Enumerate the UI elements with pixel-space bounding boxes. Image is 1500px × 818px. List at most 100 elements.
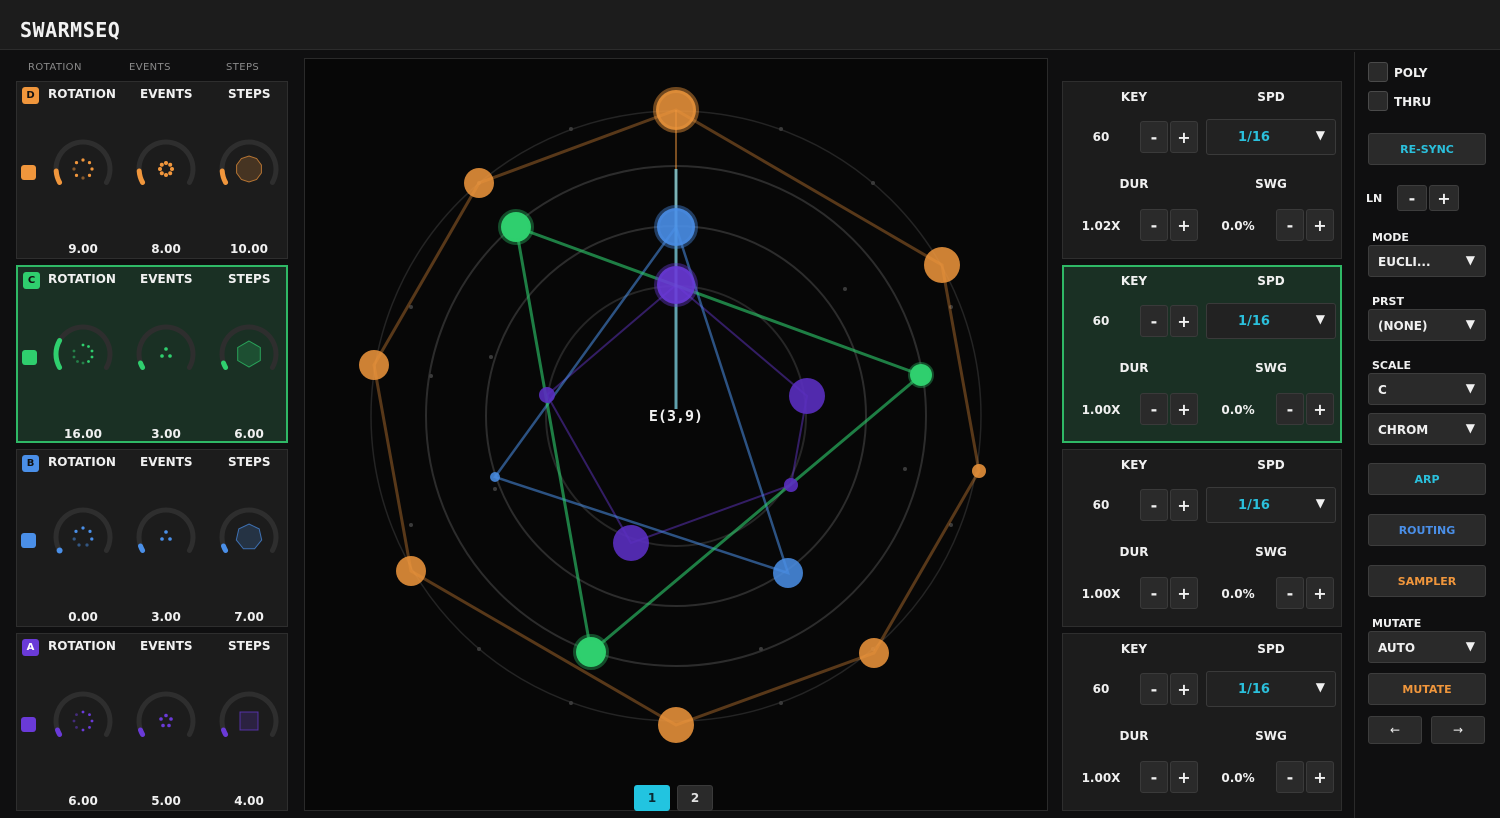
rotation-knob[interactable] bbox=[48, 134, 118, 204]
speed-select[interactable]: 1/16 ▼ bbox=[1206, 487, 1336, 523]
steps-knob[interactable] bbox=[214, 686, 284, 756]
speed-select[interactable]: 1/16 ▼ bbox=[1206, 119, 1336, 155]
dropdown-arrow-icon: ▼ bbox=[1465, 381, 1475, 395]
dur-value: 1.00X bbox=[1081, 587, 1121, 601]
arp-button[interactable]: ARP bbox=[1368, 463, 1486, 495]
track-panel-c[interactable]: C ROTATION EVENTS STEPS 16.00 3.00 6.00 bbox=[16, 265, 288, 443]
thru-checkbox[interactable] bbox=[1368, 91, 1388, 111]
dur-decrement-button[interactable]: - bbox=[1140, 577, 1168, 609]
param-panel-b: KEY SPD 60 - + 1/16 ▼ DUR SWG 1.00X - + … bbox=[1062, 449, 1342, 627]
swg-increment-button[interactable]: + bbox=[1306, 393, 1334, 425]
events-knob[interactable] bbox=[131, 686, 201, 756]
key-increment-button[interactable]: + bbox=[1170, 121, 1198, 153]
spd-label: SPD bbox=[1257, 642, 1285, 656]
events-knob[interactable] bbox=[131, 319, 201, 389]
dur-decrement-button[interactable]: - bbox=[1140, 761, 1168, 793]
dur-decrement-button[interactable]: - bbox=[1140, 209, 1168, 241]
spd-label: SPD bbox=[1257, 458, 1285, 472]
sampler-button[interactable]: SAMPLER bbox=[1368, 565, 1486, 597]
swg-increment-button[interactable]: + bbox=[1306, 761, 1334, 793]
rotation-knob[interactable] bbox=[48, 502, 118, 572]
speed-value: 1/16 bbox=[1238, 498, 1270, 513]
resync-button[interactable]: RE-SYNC bbox=[1368, 133, 1486, 165]
speed-select[interactable]: 1/16 ▼ bbox=[1206, 671, 1336, 707]
swg-label: SWG bbox=[1255, 545, 1287, 559]
key-increment-button[interactable]: + bbox=[1170, 489, 1198, 521]
rotation-knob[interactable] bbox=[48, 686, 118, 756]
steps-knob[interactable] bbox=[214, 134, 284, 204]
events-knob[interactable] bbox=[131, 502, 201, 572]
track-a-node bbox=[789, 378, 825, 414]
events-knob[interactable] bbox=[131, 134, 201, 204]
ln-decrement-button[interactable]: - bbox=[1397, 185, 1427, 211]
mode-select[interactable]: EUCLI... ▼ bbox=[1368, 245, 1486, 277]
dur-decrement-button[interactable]: - bbox=[1140, 393, 1168, 425]
dur-label: DUR bbox=[1119, 177, 1149, 191]
track-color-swatch[interactable] bbox=[21, 165, 36, 180]
track-label-events: EVENTS bbox=[140, 87, 193, 101]
track-color-swatch[interactable] bbox=[21, 533, 36, 548]
dur-increment-button[interactable]: + bbox=[1170, 209, 1198, 241]
page-2-button[interactable]: 2 bbox=[677, 785, 713, 811]
swg-increment-button[interactable]: + bbox=[1306, 209, 1334, 241]
track-c-node bbox=[908, 362, 934, 388]
mode-value: EUCLI... bbox=[1378, 255, 1431, 269]
next-arrow-button[interactable]: → bbox=[1431, 716, 1485, 744]
dur-increment-button[interactable]: + bbox=[1170, 393, 1198, 425]
scale-root-select[interactable]: C ▼ bbox=[1368, 373, 1486, 405]
swg-decrement-button[interactable]: - bbox=[1276, 577, 1304, 609]
ln-increment-button[interactable]: + bbox=[1429, 185, 1459, 211]
speed-select[interactable]: 1/16 ▼ bbox=[1206, 303, 1336, 339]
events-value: 3.00 bbox=[151, 610, 181, 624]
dur-increment-button[interactable]: + bbox=[1170, 761, 1198, 793]
swg-decrement-button[interactable]: - bbox=[1276, 761, 1304, 793]
key-label: KEY bbox=[1120, 458, 1148, 472]
ln-label: LN bbox=[1366, 192, 1383, 205]
rotation-value: 9.00 bbox=[68, 242, 98, 256]
sequencer-visualizer[interactable]: E(3,9) 1 2 bbox=[304, 58, 1048, 811]
dur-label: DUR bbox=[1119, 545, 1149, 559]
track-panel-b[interactable]: B ROTATION EVENTS STEPS 0.00 3.00 7.00 bbox=[16, 449, 288, 627]
track-panel-a[interactable]: A ROTATION EVENTS STEPS 6.00 5.00 4.00 bbox=[16, 633, 288, 811]
events-value: 3.00 bbox=[151, 427, 181, 441]
events-value: 5.00 bbox=[151, 794, 181, 808]
mutate-mode-select[interactable]: AUTO ▼ bbox=[1368, 631, 1486, 663]
prst-label: PRST bbox=[1372, 295, 1404, 308]
mode-label: MODE bbox=[1372, 231, 1409, 244]
swg-value: 0.0% bbox=[1221, 587, 1255, 601]
swg-label: SWG bbox=[1255, 361, 1287, 375]
title-bar: SWARMSEQ bbox=[0, 0, 1500, 50]
track-panel-d[interactable]: D ROTATION EVENTS STEPS 9.00 8.00 10.00 bbox=[16, 81, 288, 259]
thru-label: THRU bbox=[1394, 95, 1432, 109]
page-1-button[interactable]: 1 bbox=[634, 785, 670, 811]
spd-label: SPD bbox=[1257, 90, 1285, 104]
swg-increment-button[interactable]: + bbox=[1306, 577, 1334, 609]
prev-arrow-button[interactable]: ← bbox=[1368, 716, 1422, 744]
poly-label: POLY bbox=[1394, 66, 1428, 80]
dur-increment-button[interactable]: + bbox=[1170, 577, 1198, 609]
key-increment-button[interactable]: + bbox=[1170, 673, 1198, 705]
swg-decrement-button[interactable]: - bbox=[1276, 393, 1304, 425]
key-decrement-button[interactable]: - bbox=[1140, 121, 1168, 153]
key-label: KEY bbox=[1120, 642, 1148, 656]
track-label-steps: STEPS bbox=[228, 639, 271, 653]
rotation-knob[interactable] bbox=[48, 319, 118, 389]
scale-type-select[interactable]: CHROM ▼ bbox=[1368, 413, 1486, 445]
steps-knob[interactable] bbox=[214, 502, 284, 572]
swg-decrement-button[interactable]: - bbox=[1276, 209, 1304, 241]
sidebar-divider bbox=[1354, 52, 1355, 818]
mutate-button[interactable]: MUTATE bbox=[1368, 673, 1486, 705]
track-d-node bbox=[972, 464, 986, 478]
key-decrement-button[interactable]: - bbox=[1140, 305, 1168, 337]
track-color-swatch[interactable] bbox=[22, 350, 37, 365]
steps-knob[interactable] bbox=[214, 319, 284, 389]
track-color-swatch[interactable] bbox=[21, 717, 36, 732]
preset-select[interactable]: (NONE) ▼ bbox=[1368, 309, 1486, 341]
track-d-node bbox=[359, 350, 389, 380]
key-increment-button[interactable]: + bbox=[1170, 305, 1198, 337]
routing-button[interactable]: ROUTING bbox=[1368, 514, 1486, 546]
key-decrement-button[interactable]: - bbox=[1140, 673, 1168, 705]
events-value: 8.00 bbox=[151, 242, 181, 256]
poly-checkbox[interactable] bbox=[1368, 62, 1388, 82]
key-decrement-button[interactable]: - bbox=[1140, 489, 1168, 521]
